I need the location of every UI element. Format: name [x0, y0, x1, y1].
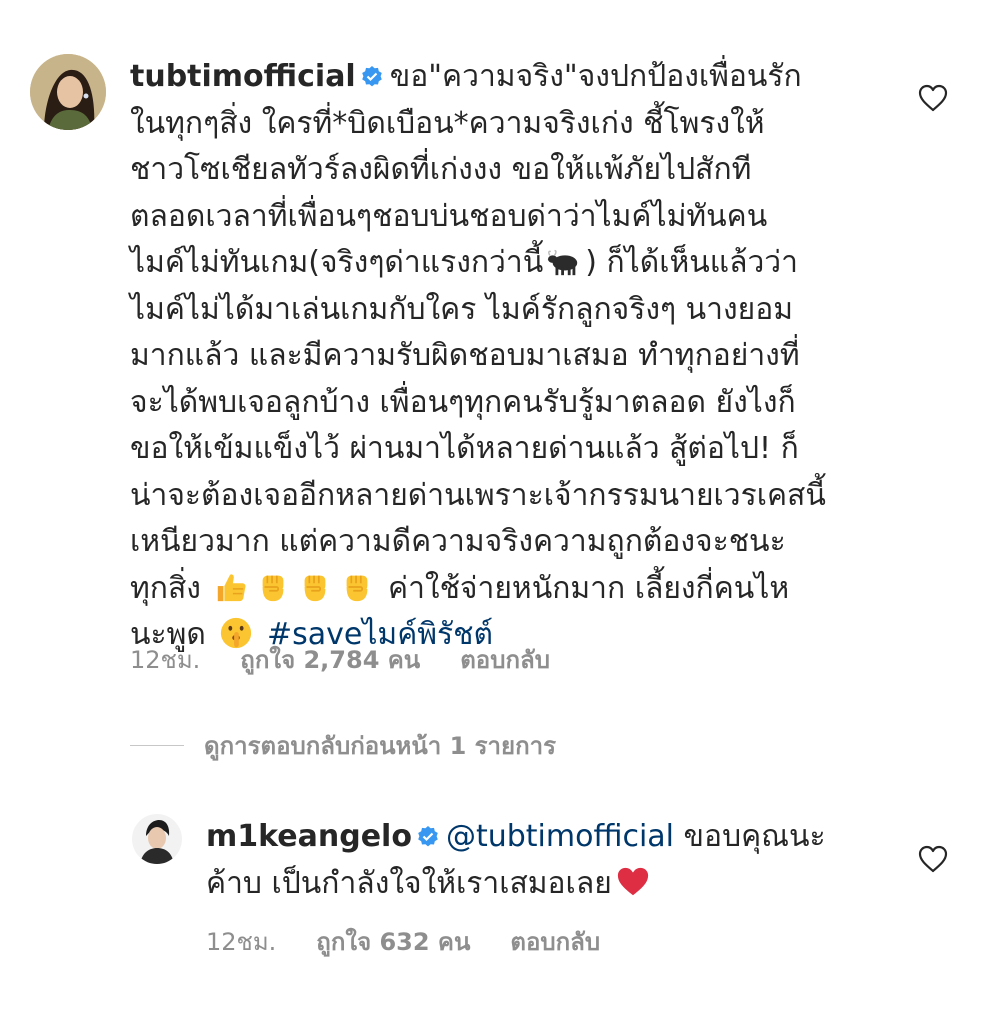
- reply-line: m1keangelo @tubtimofficial ขอบคุณนะ: [206, 814, 866, 861]
- ox-emoji-icon: [548, 249, 578, 276]
- comment-time: 12ชม.: [130, 646, 201, 674]
- heart-outline-icon[interactable]: [918, 845, 948, 873]
- raised-fist-emoji-icon: [263, 575, 284, 601]
- comment-line: ตลอดเวลาที่เพื่อนๆชอบบ่นชอบด่าว่าไมค์ไม่…: [130, 198, 768, 234]
- comment-line: มากแล้ว และมีความรับผิดชอบมาเสมอ ทำทุกอย…: [130, 338, 800, 373]
- comment-likes-button[interactable]: ถูกใจ 2,784 คน: [240, 640, 420, 679]
- comment-text: ทุกสิ่ง: [130, 570, 201, 606]
- reply-reply-button[interactable]: ตอบกลับ: [510, 922, 600, 961]
- comment-line: ขอให้เข้มแข็งไว้ ผ่านมาได้หลายด่านแล้ว ส…: [130, 431, 799, 466]
- comment-meta: 12ชม. ถูกใจ 2,784 คน ตอบกลับ: [130, 640, 550, 679]
- reply-likes-button[interactable]: ถูกใจ 632 คน: [316, 922, 470, 961]
- reply-text: ขอบคุณนะ: [683, 819, 826, 854]
- reply-username[interactable]: m1keangelo: [206, 819, 412, 854]
- verified-badge-icon: [418, 826, 438, 847]
- comment-text: ค่าใช้จ่ายหนักมาก เลี้ยงกี่คนไห: [388, 570, 790, 606]
- comment-text: ) ก็ได้เห็นแล้วว่า: [585, 245, 798, 280]
- reply-line: ค้าบ เป็นกำลังใจให้เราเสมอเลย: [206, 861, 866, 908]
- view-previous-replies-button[interactable]: ดูการตอบกลับก่อนหน้า 1 รายการ: [130, 726, 556, 765]
- reply-text: ค้าบ เป็นกำลังใจให้เราเสมอเลย: [206, 865, 612, 901]
- thumbs-up-emoji-icon: [218, 573, 246, 601]
- comment-username[interactable]: tubtimofficial: [130, 59, 356, 94]
- raised-fist-emoji-icon: [347, 575, 368, 601]
- comment-line: ทุกสิ่ง ค่าใช้จ่ายหนักมาก เลี้ยงกี่คนไห: [130, 566, 870, 613]
- comment-line: เหนียวมาก แต่ความดีความจริงความถูกต้องจะ…: [130, 524, 786, 559]
- reply-body: m1keangelo @tubtimofficial ขอบคุณนะ ค้าบ …: [206, 814, 866, 907]
- comment-line: tubtimofficial ขอ"ความจริง"จงปกป้องเพื่อน…: [130, 54, 870, 101]
- comment-line: ชาวโซเชียลทัวร์ลงผิดที่เก่งงง ขอให้แพ้ภั…: [130, 152, 752, 187]
- comment-text: ไมค์ไม่ทันเกม(จริงๆด่าแรงกว่านี้: [130, 245, 544, 280]
- reply-time: 12ชม.: [206, 928, 277, 956]
- mention-link[interactable]: @tubtimofficial: [446, 819, 674, 854]
- comment-line: น่าจะต้องเจออีกหลายด่านเพราะเจ้ากรรมนายเ…: [130, 477, 826, 513]
- comment-line: จะได้พบเจอลูกบ้าง เพื่อนๆทุกคนรับรู้มาตล…: [130, 384, 796, 420]
- verified-badge-icon: [361, 66, 382, 87]
- comment-line: ไมค์ไม่ทันเกม(จริงๆด่าแรงกว่านี้ ) ก็ได้เ…: [130, 240, 870, 287]
- view-replies-label: ดูการตอบกลับก่อนหน้า 1 รายการ: [204, 732, 556, 760]
- heart-outline-icon[interactable]: [918, 84, 948, 112]
- avatar-m1keangelo[interactable]: [132, 814, 182, 864]
- avatar-tubtimofficial[interactable]: [30, 54, 106, 130]
- red-heart-emoji-icon: [617, 867, 648, 895]
- comment-reply-button[interactable]: ตอบกลับ: [460, 640, 550, 679]
- comment-text: ขอ"ความจริง"จงปกป้องเพื่อนรัก: [389, 59, 802, 94]
- reply-meta: 12ชม. ถูกใจ 632 คน ตอบกลับ: [206, 922, 600, 961]
- comment-line: ในทุกๆสิ่ง ใครที่*บิดเบือน*ความจริงเก่ง …: [130, 105, 765, 141]
- replies-divider: [130, 745, 184, 746]
- raised-fist-emoji-icon: [305, 575, 326, 601]
- comment-body: tubtimofficial ขอ"ความจริง"จงปกป้องเพื่อน…: [130, 54, 870, 659]
- comment-line: ไมค์ไม่ได้มาเล่นเกมกับใคร ไมค์รักลูกจริง…: [130, 291, 794, 327]
